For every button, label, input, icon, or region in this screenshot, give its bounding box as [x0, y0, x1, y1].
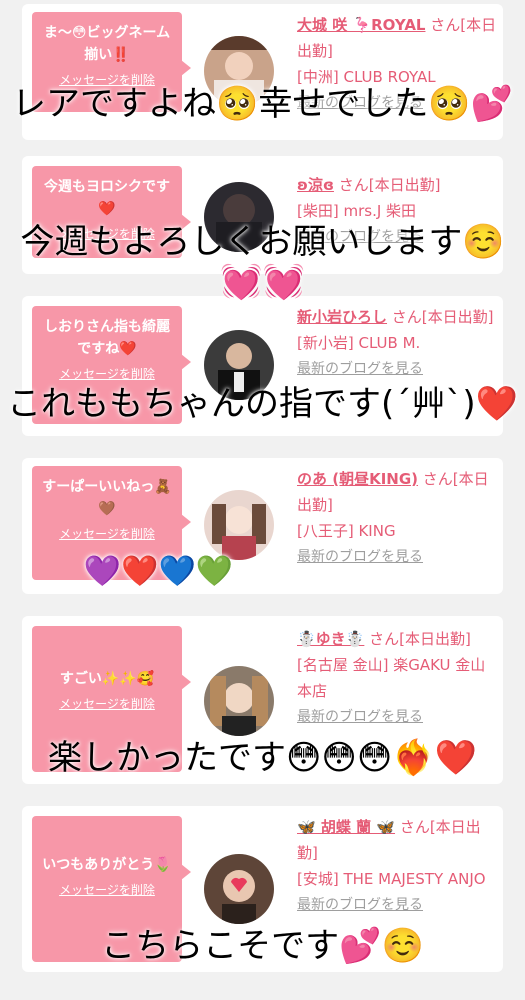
delete-message-link[interactable]: メッセージを削除	[38, 882, 176, 898]
message-text: いつもありがとう🌷	[42, 857, 172, 873]
cast-name-link[interactable]: ☃️ゆき☃️	[297, 630, 364, 648]
message-text: すごい✨✨🥰	[59, 671, 155, 687]
cast-status: さん[本日出勤]	[391, 308, 494, 326]
shop-name: [名古屋 金山] 楽GAKU 金山本店	[297, 656, 486, 700]
cast-name-link[interactable]: のあ (朝昼KING)	[297, 470, 418, 488]
message-text: すーぱーいいねっ🧸🤎	[42, 479, 172, 517]
avatar[interactable]	[204, 666, 274, 736]
cast-info: 新小岩ひろし さん[本日出勤] [新小岩] CLUB M. 最新のブログを見る	[297, 304, 497, 382]
caption-overlay: 今週もよろしくお願いします☺️💓💓	[20, 222, 505, 302]
message-text: ま〜😳ビッグネーム揃い‼️	[43, 25, 171, 63]
latest-blog-link[interactable]: 最新のブログを見る	[297, 892, 497, 918]
avatar-photo-icon	[204, 490, 274, 560]
latest-blog-link[interactable]: 最新のブログを見る	[297, 704, 497, 730]
caption-overlay: こちらこそです💕☺️	[101, 926, 424, 966]
cast-info: 🦋 胡蝶 蘭 🦋 さん[本日出勤] [安城] THE MAJESTY ANJO …	[297, 814, 497, 918]
shop-name: [柴田] mrs.J 柴田	[297, 202, 417, 220]
caption-overlay: これももちゃんの指です(´艸`)❤️	[7, 384, 518, 424]
avatar-photo-icon	[204, 854, 274, 924]
shop-name: [八王子] KING	[297, 522, 396, 540]
latest-blog-link[interactable]: 最新のブログを見る	[297, 356, 497, 382]
shop-name: [安城] THE MAJESTY ANJO	[297, 870, 486, 888]
message-text: 今週もヨロシクです❤️	[44, 179, 170, 217]
avatar[interactable]	[204, 490, 274, 560]
avatar-photo-icon	[204, 666, 274, 736]
delete-message-link[interactable]: メッセージを削除	[38, 526, 176, 542]
delete-message-link[interactable]: メッセージを削除	[38, 696, 176, 712]
cast-name-link[interactable]: 大城 咲 🦩ROYAL	[297, 16, 425, 34]
delete-message-link[interactable]: メッセージを削除	[38, 366, 176, 382]
cast-name-link[interactable]: 🦋 胡蝶 蘭 🦋	[297, 818, 395, 836]
caption-overlay: 楽しかったです😳😳😳❤️‍🔥❤️	[47, 738, 477, 778]
cast-status: さん[本日出勤]	[338, 176, 441, 194]
avatar[interactable]	[204, 854, 274, 924]
cast-name-link[interactable]: ʚ涼ɞ	[297, 176, 334, 194]
caption-overlay: レアですよね🥺幸せでした🥺💕	[11, 84, 513, 124]
cast-status: さん[本日出勤]	[369, 630, 471, 648]
caption-overlay: 💜❤️💙💚	[83, 554, 234, 589]
cast-info: ☃️ゆき☃️ さん[本日出勤] [名古屋 金山] 楽GAKU 金山本店 最新のブ…	[297, 626, 497, 730]
shop-name: [新小岩] CLUB M.	[297, 334, 421, 352]
cast-name-link[interactable]: 新小岩ひろし	[297, 308, 387, 326]
message-text: しおりさん指も綺麗ですね❤️	[44, 319, 170, 357]
